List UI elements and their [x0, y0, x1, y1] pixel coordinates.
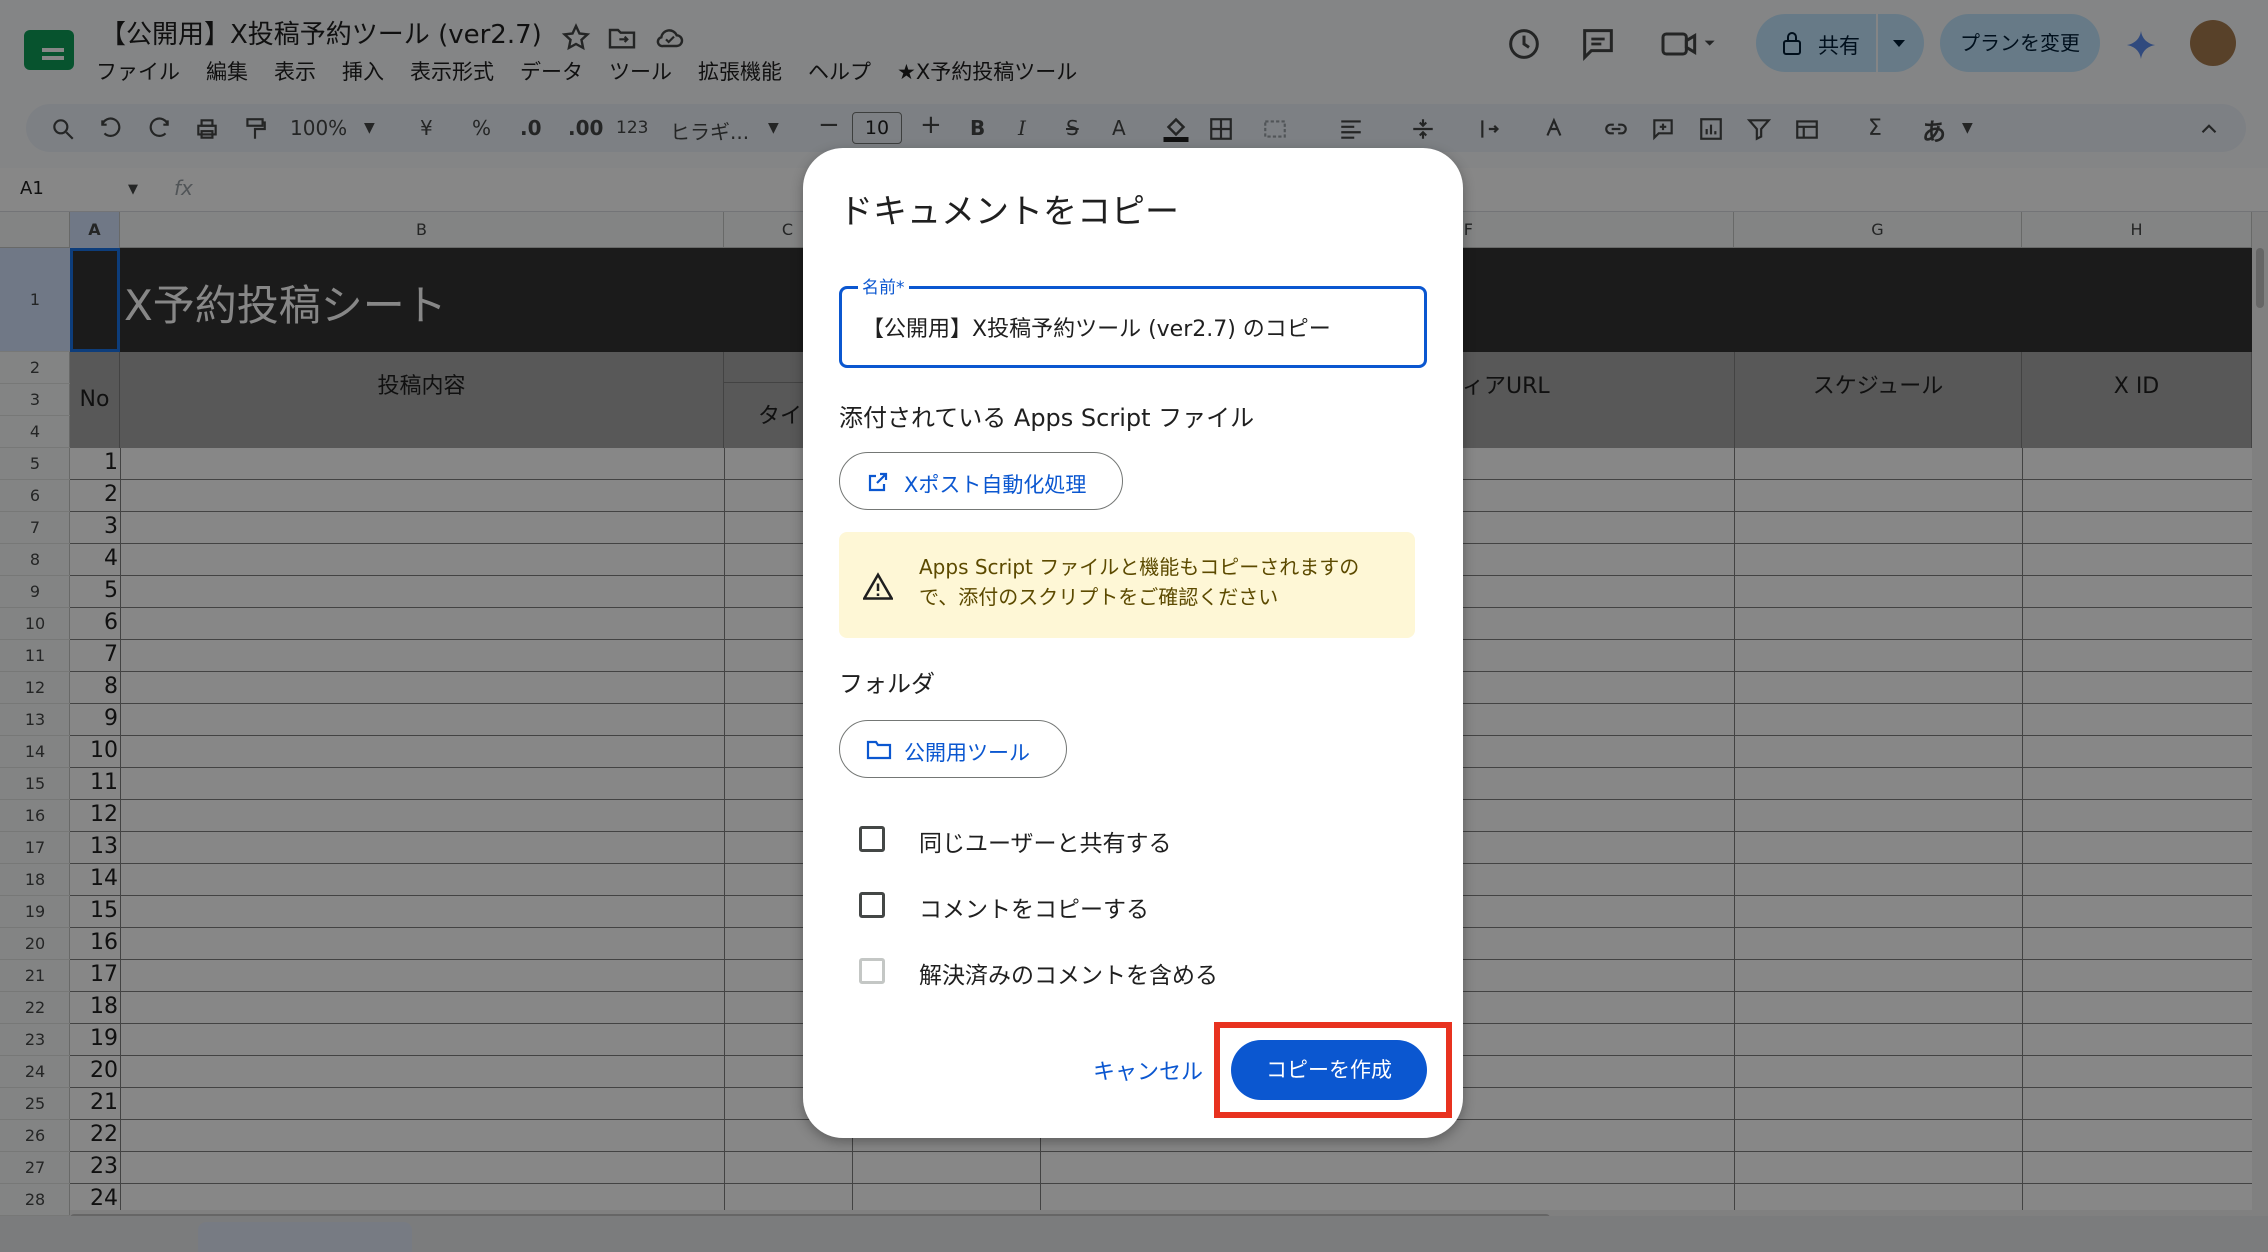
annotation-highlight-box [1214, 1022, 1452, 1118]
warning-text: Apps Script ファイルと機能もコピーされますので、添付のスクリプトをご… [919, 555, 1360, 609]
include-resolved-comments-label: 解決済みのコメントを含める [919, 963, 1218, 989]
cancel-button[interactable]: キャンセル [1093, 1054, 1203, 1086]
name-field[interactable]: 名前* [839, 273, 1427, 368]
apps-script-heading: 添付されている Apps Script ファイル [839, 404, 1255, 432]
open-external-icon [868, 472, 888, 492]
apps-script-file-label: Xポスト自動化処理 [904, 473, 1087, 497]
warning-banner: Apps Script ファイルと機能もコピーされますので、添付のスクリプトをご… [839, 532, 1415, 638]
copy-comments-checkbox[interactable] [859, 892, 885, 918]
include-resolved-comments-checkbox [859, 958, 885, 984]
folder-heading: フォルダ [839, 670, 935, 698]
dialog-title: ドキュメントをコピー [839, 192, 1179, 232]
name-input[interactable] [862, 289, 1412, 365]
copy-document-dialog: ドキュメントをコピー 名前* 添付されている Apps Script ファイル … [803, 148, 1463, 1138]
folder-chip[interactable]: 公開用ツール [839, 720, 1067, 778]
warning-icon [863, 572, 893, 600]
folder-chip-label: 公開用ツール [904, 741, 1030, 765]
share-with-same-users-checkbox[interactable] [859, 826, 885, 852]
copy-comments-label: コメントをコピーする [919, 897, 1149, 923]
share-with-same-users-label: 同じユーザーと共有する [919, 831, 1172, 857]
apps-script-file-chip[interactable]: Xポスト自動化処理 [839, 452, 1123, 510]
folder-icon [866, 740, 892, 760]
